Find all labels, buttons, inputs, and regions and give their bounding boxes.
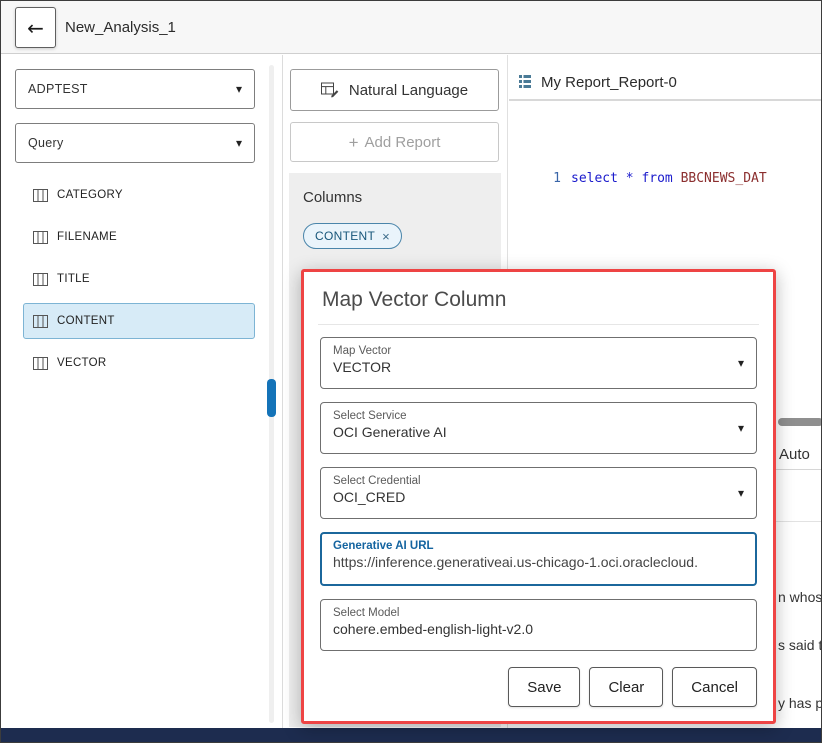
tab-underline (776, 469, 822, 470)
sidebar-item-filename[interactable]: FILENAME (23, 219, 255, 255)
select-model-input[interactable]: Select Model cohere.embed-english-light-… (320, 599, 757, 651)
column-icon (33, 273, 48, 286)
field-label: Generative AI URL (333, 540, 722, 552)
natural-language-label: Natural Language (349, 82, 468, 99)
sidebar-item-label: VECTOR (57, 357, 107, 369)
sidebar-item-content[interactable]: CONTENT (23, 303, 255, 339)
field-value: https://inference.generativeai.us-chicag… (333, 554, 722, 570)
report-text-fragment: s said t (778, 637, 822, 653)
chevron-down-icon: ▾ (236, 137, 242, 149)
report-icon (518, 74, 532, 90)
dialog-divider (318, 324, 759, 325)
clear-button[interactable]: Clear (589, 667, 663, 707)
column-list: CATEGORY FILENAME TITLE CONTENT (23, 177, 255, 381)
panel-collapse-handle[interactable] (267, 379, 276, 417)
chip-remove-icon[interactable]: × (382, 230, 390, 243)
chip-label: CONTENT (315, 229, 375, 243)
natural-language-button[interactable]: Natural Language (290, 69, 499, 111)
report-text-fragment: y has p (778, 695, 822, 711)
background-tab-auto[interactable]: Auto (779, 439, 822, 469)
chevron-down-icon: ▾ (738, 422, 744, 434)
sql-code-line: 1select * from BBCNEWS_DAT (509, 171, 822, 186)
dialog-title: Map Vector Column (320, 286, 757, 324)
field-label: Select Credential (333, 475, 722, 487)
sidebar: ADPTEST ▾ Query ▾ CATEGORY FILENAME (15, 69, 255, 387)
column-icon (33, 231, 48, 244)
generative-ai-url-input[interactable]: Generative AI URL https://inference.gene… (320, 532, 757, 586)
back-button[interactable]: ← (15, 7, 56, 48)
back-arrow-icon: ← (27, 18, 44, 38)
select-credential-select[interactable]: Select Credential OCI_CRED ▾ (320, 467, 757, 519)
app-window: ← New_Analysis_1 ADPTEST ▾ Query ▾ CATEG… (0, 0, 822, 743)
report-header: My Report_Report-0 (509, 65, 822, 101)
sidebar-item-label: CATEGORY (57, 189, 123, 201)
field-label: Select Service (333, 410, 722, 422)
sidebar-item-category[interactable]: CATEGORY (23, 177, 255, 213)
sidebar-item-label: FILENAME (57, 231, 117, 243)
natural-language-icon (321, 82, 340, 98)
horizontal-scrollbar-thumb[interactable] (778, 418, 822, 426)
column-icon (33, 357, 48, 370)
column-icon (33, 315, 48, 328)
report-text-fragment: n whos (778, 589, 822, 605)
sidebar-item-label: CONTENT (57, 315, 115, 327)
top-bar: ← New_Analysis_1 (1, 1, 821, 54)
map-vector-select[interactable]: Map Vector VECTOR ▾ (320, 337, 757, 389)
select-service-select[interactable]: Select Service OCI Generative AI ▾ (320, 402, 757, 454)
field-label: Select Model (333, 607, 722, 619)
chevron-down-icon: ▾ (236, 83, 242, 95)
field-label: Map Vector (333, 345, 722, 357)
map-vector-column-dialog: Map Vector Column Map Vector VECTOR ▾ Se… (301, 269, 776, 724)
add-report-label: Add Report (365, 134, 441, 151)
column-icon (33, 189, 48, 202)
cancel-button[interactable]: Cancel (672, 667, 757, 707)
sql-table-name: BBCNEWS_DAT (681, 171, 767, 186)
sql-keyword: select * from (571, 171, 681, 186)
save-button[interactable]: Save (508, 667, 580, 707)
field-value: OCI_CRED (333, 489, 722, 505)
chevron-down-icon: ▾ (738, 357, 744, 369)
chevron-down-icon: ▾ (738, 487, 744, 499)
add-report-button[interactable]: + Add Report (290, 122, 499, 162)
query-select[interactable]: Query ▾ (15, 123, 255, 163)
status-bar (1, 728, 822, 743)
field-value: cohere.embed-english-light-v2.0 (333, 621, 722, 637)
sidebar-item-label: TITLE (57, 273, 90, 285)
panel-divider (282, 55, 283, 728)
sidebar-item-vector[interactable]: VECTOR (23, 345, 255, 381)
schema-select-value: ADPTEST (28, 82, 88, 96)
line-number: 1 (509, 171, 571, 186)
sidebar-item-title[interactable]: TITLE (23, 261, 255, 297)
plus-icon: + (349, 134, 359, 151)
schema-select[interactable]: ADPTEST ▾ (15, 69, 255, 109)
field-value: OCI Generative AI (333, 424, 722, 440)
query-select-value: Query (28, 136, 64, 150)
row-divider (776, 521, 822, 522)
field-value: VECTOR (333, 359, 722, 375)
report-title: My Report_Report-0 (541, 74, 677, 91)
dialog-button-row: Save Clear Cancel (320, 667, 757, 707)
column-chip-content[interactable]: CONTENT × (303, 223, 402, 249)
columns-panel-title: Columns (289, 173, 501, 206)
page-title: New_Analysis_1 (65, 1, 176, 54)
